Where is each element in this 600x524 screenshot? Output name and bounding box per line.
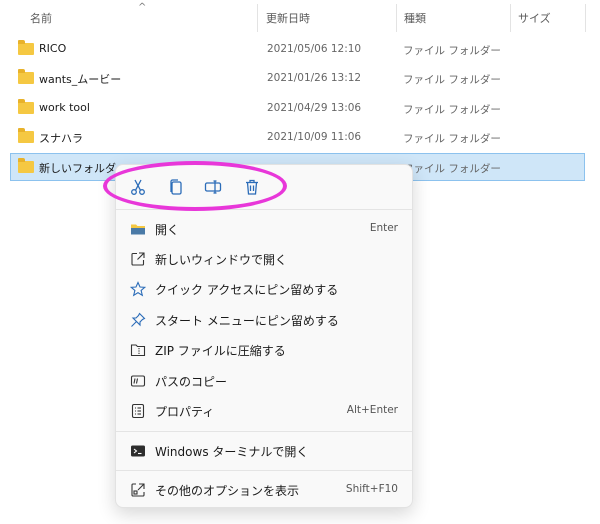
menu-item-compress-zip[interactable]: ZIP ファイルに圧縮する [120, 336, 408, 364]
folder-icon [18, 99, 34, 114]
folder-icon [18, 69, 34, 84]
menu-item-shortcut: Shift+F10 [345, 483, 398, 495]
file-date: 2021/01/26 13:12 [267, 72, 362, 84]
menu-item-label: スタート メニューにピン留めする [155, 314, 339, 328]
menu-separator [116, 431, 412, 432]
folder-icon [18, 158, 34, 173]
file-name: RICO [39, 42, 67, 55]
file-type: ファイル フォルダー [403, 133, 501, 145]
menu-item-pin-quick-access[interactable]: クイック アクセスにピン留めする [120, 275, 408, 303]
column-header-size[interactable]: サイズ [518, 10, 551, 26]
menu-item-shortcut: Enter [369, 222, 398, 234]
rename-button[interactable] [202, 176, 224, 198]
column-divider[interactable] [396, 4, 397, 32]
file-date: 2021/04/29 13:06 [267, 102, 362, 114]
file-type: ファイル フォルダー [403, 104, 501, 116]
menu-item-label: ZIP ファイルに圧縮する [155, 344, 286, 358]
copy-icon [170, 179, 182, 195]
delete-icon [246, 179, 258, 195]
properties-icon [131, 403, 145, 419]
menu-item-label: 開く [155, 223, 180, 237]
menu-item-open-terminal[interactable]: Windows ターミナルで開く [120, 437, 408, 465]
file-date: 2021/10/09 11:06 [267, 131, 362, 143]
column-header-date[interactable]: 更新日時 [266, 10, 310, 26]
menu-item-label: パスのコピー [155, 375, 228, 389]
file-name: 新しいフォルダー [39, 162, 127, 175]
file-type: ファイル フォルダー [403, 74, 501, 86]
file-row[interactable]: work tool 2021/04/29 13:06 ファイル フォルダー [10, 94, 585, 122]
pin-icon [131, 312, 146, 327]
menu-item-label: プロパティ [155, 405, 215, 419]
file-row[interactable]: RICO 2021/05/06 12:10 ファイル フォルダー [10, 35, 585, 63]
file-row[interactable]: スナハラ 2021/10/09 11:06 ファイル フォルダー [10, 123, 585, 151]
folder-icon [18, 128, 34, 143]
context-menu: 開く Enter 新しいウィンドウで開く クイック アクセスにピン留めする スタ… [115, 164, 413, 508]
chevron-up-icon: ^ [138, 2, 147, 13]
cut-button[interactable] [127, 176, 149, 198]
zip-icon [130, 344, 146, 357]
folder-icon [18, 40, 34, 55]
cut-icon [131, 179, 145, 195]
copy-button[interactable] [165, 176, 187, 198]
file-name: wants_ムービー [39, 73, 122, 86]
new-window-icon [131, 252, 145, 266]
menu-item-copy-path[interactable]: パスのコピー [120, 367, 408, 395]
menu-item-label: その他のオプションを表示 [155, 484, 300, 498]
quick-action-bar [116, 165, 412, 209]
file-type: ファイル フォルダー [403, 163, 501, 175]
menu-item-label: クイック アクセスにピン留めする [155, 283, 339, 297]
delete-button[interactable] [241, 176, 263, 198]
menu-item-label: Windows ターミナルで開く [155, 445, 309, 459]
menu-separator [116, 209, 412, 210]
column-divider[interactable] [257, 4, 258, 32]
menu-item-more-options[interactable]: その他のオプションを表示 Shift+F10 [120, 476, 408, 504]
file-date: 2021/05/06 12:10 [267, 43, 362, 55]
more-options-icon [131, 483, 145, 497]
file-name: スナハラ [39, 132, 83, 145]
menu-item-pin-start[interactable]: スタート メニューにピン留めする [120, 306, 408, 334]
terminal-icon [131, 445, 145, 457]
rename-icon [204, 180, 222, 194]
menu-item-open-new-window[interactable]: 新しいウィンドウで開く [120, 245, 408, 273]
menu-item-open[interactable]: 開く Enter [120, 215, 408, 243]
file-name: work tool [39, 101, 90, 114]
column-header-type[interactable]: 種類 [404, 10, 426, 26]
column-header-name[interactable]: 名前 [30, 10, 52, 26]
menu-item-shortcut: Alt+Enter [346, 404, 398, 416]
menu-item-label: 新しいウィンドウで開く [155, 253, 288, 267]
folder-open-icon [131, 224, 145, 235]
copy-path-icon [130, 375, 146, 387]
column-header-bar: 名前 ^ 更新日時 種類 サイズ [0, 0, 600, 36]
file-type: ファイル フォルダー [403, 45, 501, 57]
file-row[interactable]: wants_ムービー 2021/01/26 13:12 ファイル フォルダー [10, 64, 585, 92]
star-icon [130, 281, 146, 297]
column-divider[interactable] [585, 4, 586, 32]
column-divider[interactable] [510, 4, 511, 32]
menu-item-properties[interactable]: プロパティ Alt+Enter [120, 397, 408, 425]
menu-separator [116, 470, 412, 471]
